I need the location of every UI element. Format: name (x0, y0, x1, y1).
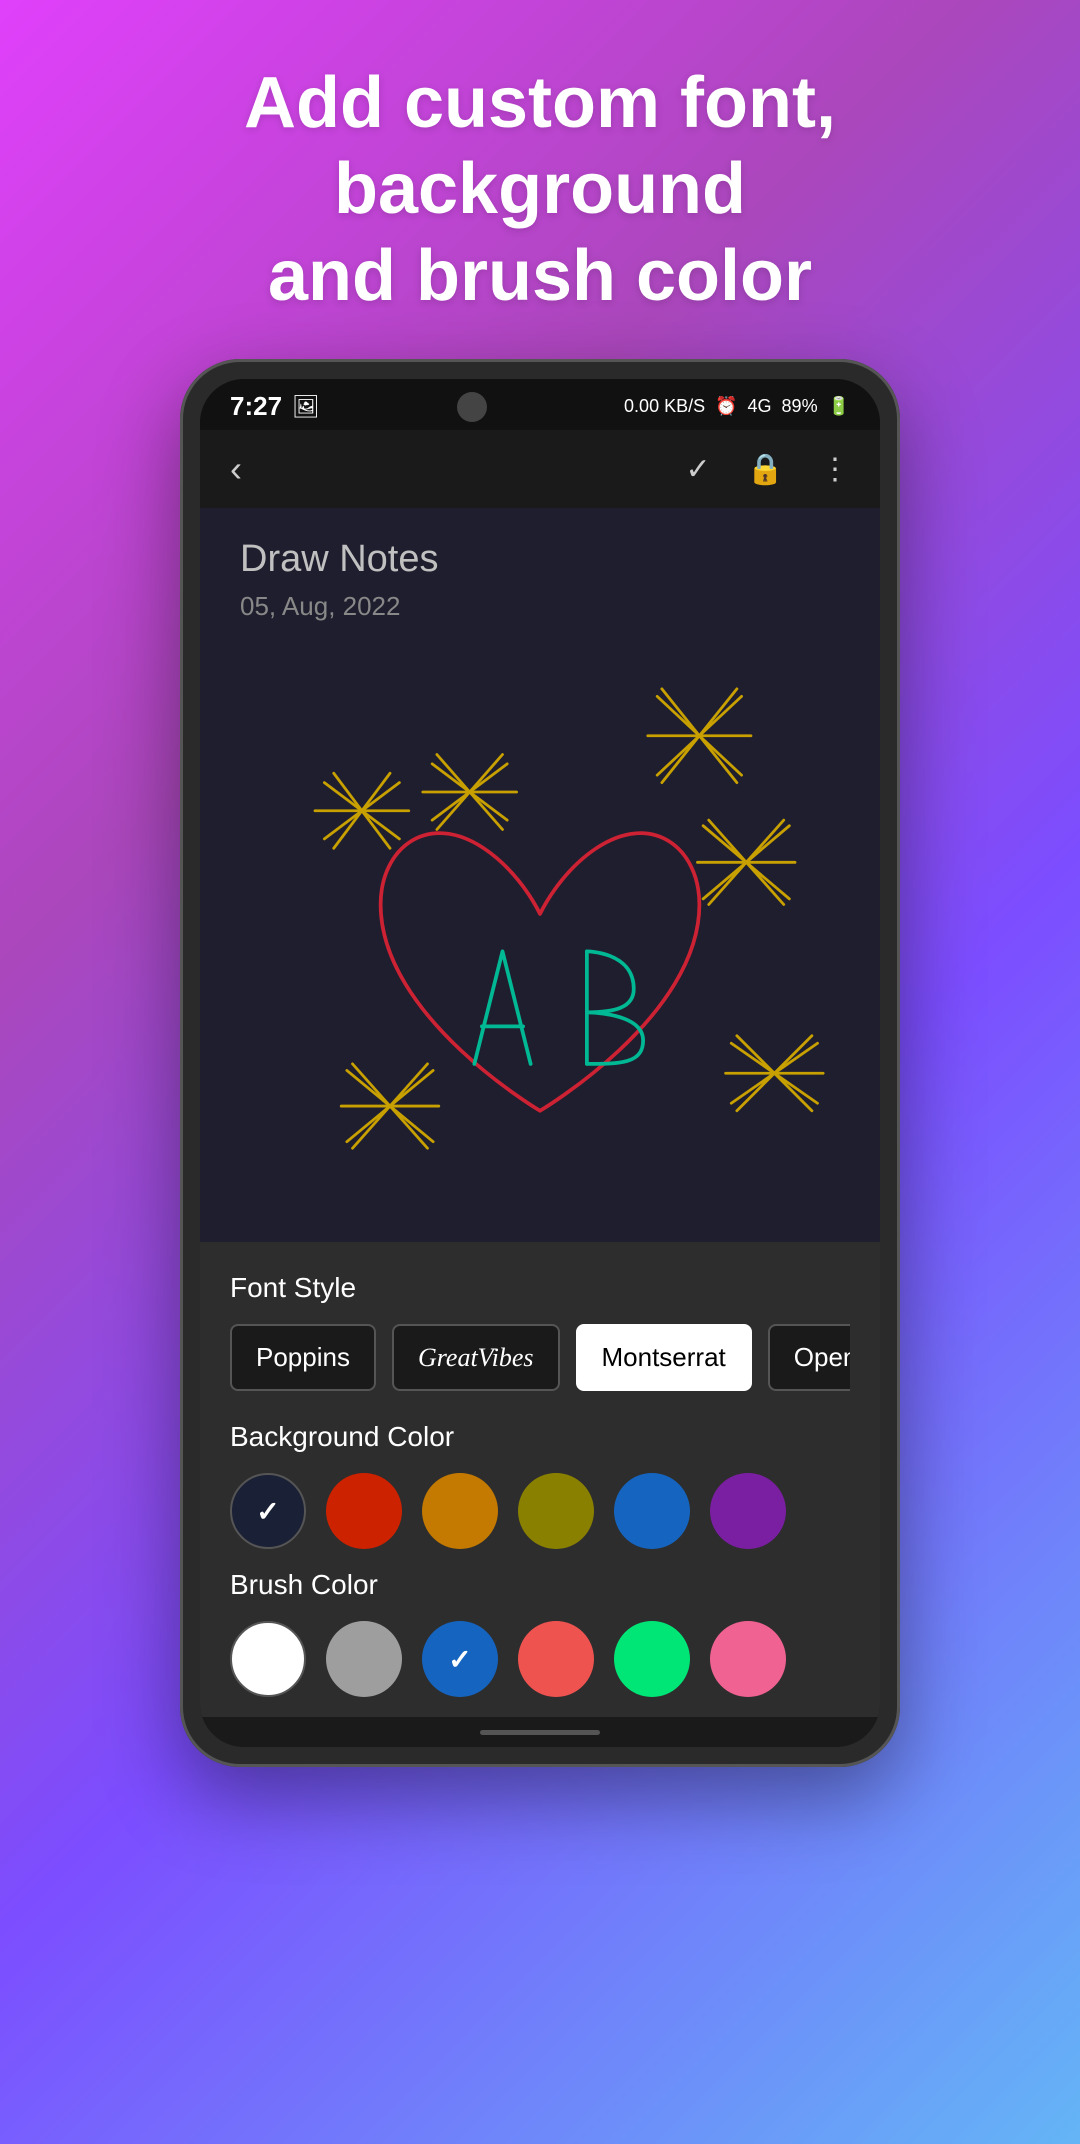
bg-color-purple[interactable] (710, 1473, 786, 1549)
bottom-panel: Font Style Poppins GreatVibes Montserrat… (200, 1242, 880, 1717)
lock-button[interactable]: 🔒 (747, 452, 784, 487)
brush-color-row: ✓ (230, 1621, 850, 1697)
promo-title: Add custom font, background and brush co… (80, 60, 1000, 319)
font-style-row: Poppins GreatVibes Montserrat Opensa (230, 1324, 850, 1391)
bg-selected-check: ✓ (256, 1495, 279, 1528)
gallery-icon: 🖼 (292, 394, 320, 420)
app-bar: ‹ ✓ 🔒 ⋮ (200, 430, 880, 508)
bottom-nav-bar (200, 1717, 880, 1747)
brush-color-gray[interactable] (326, 1621, 402, 1697)
more-options-button[interactable]: ⋮ (820, 452, 850, 487)
brush-color-red[interactable] (518, 1621, 594, 1697)
brush-color-pink[interactable] (710, 1621, 786, 1697)
brush-color-label: Brush Color (230, 1569, 850, 1601)
home-indicator (480, 1730, 600, 1735)
battery-text: 89% (782, 396, 818, 417)
bg-color-red[interactable] (326, 1473, 402, 1549)
note-content-area: Draw Notes 05, Aug, 2022 (200, 508, 880, 1242)
font-opensans-button[interactable]: Opensa (768, 1324, 850, 1391)
font-poppins-button[interactable]: Poppins (230, 1324, 376, 1391)
note-title: Draw Notes (240, 538, 840, 581)
signal-icon: 4G (748, 396, 772, 417)
save-check-button[interactable]: ✓ (686, 452, 711, 487)
brush-selected-check: ✓ (448, 1643, 471, 1676)
font-style-label: Font Style (230, 1272, 850, 1304)
bg-color-orange[interactable] (422, 1473, 498, 1549)
network-icon: 0.00 KB/S (624, 396, 705, 417)
note-date: 05, Aug, 2022 (240, 591, 840, 622)
camera-notch (457, 392, 487, 422)
font-montserrat-button[interactable]: Montserrat (576, 1324, 752, 1391)
bg-color-dark[interactable]: ✓ (230, 1473, 306, 1549)
brush-color-green[interactable] (614, 1621, 690, 1697)
background-color-row: ✓ (230, 1473, 850, 1549)
back-button[interactable]: ‹ (230, 448, 242, 490)
background-color-label: Background Color (230, 1421, 850, 1453)
alarm-icon: ⏰ (715, 396, 737, 417)
promo-header: Add custom font, background and brush co… (0, 0, 1080, 359)
bg-color-olive[interactable] (518, 1473, 594, 1549)
brush-color-white[interactable] (230, 1621, 306, 1697)
brush-color-blue[interactable]: ✓ (422, 1621, 498, 1697)
status-time: 7:27 (230, 391, 282, 422)
battery-icon: 🔋 (828, 396, 850, 417)
status-bar: 7:27 🖼 0.00 KB/S ⏰ 4G 89% 🔋 (200, 379, 880, 430)
phone-device: 7:27 🖼 0.00 KB/S ⏰ 4G 89% 🔋 ‹ ✓ 🔒 ⋮ (180, 359, 900, 1767)
font-greatvibes-button[interactable]: GreatVibes (392, 1324, 560, 1391)
drawing-canvas[interactable] (240, 642, 840, 1242)
bg-color-blue[interactable] (614, 1473, 690, 1549)
